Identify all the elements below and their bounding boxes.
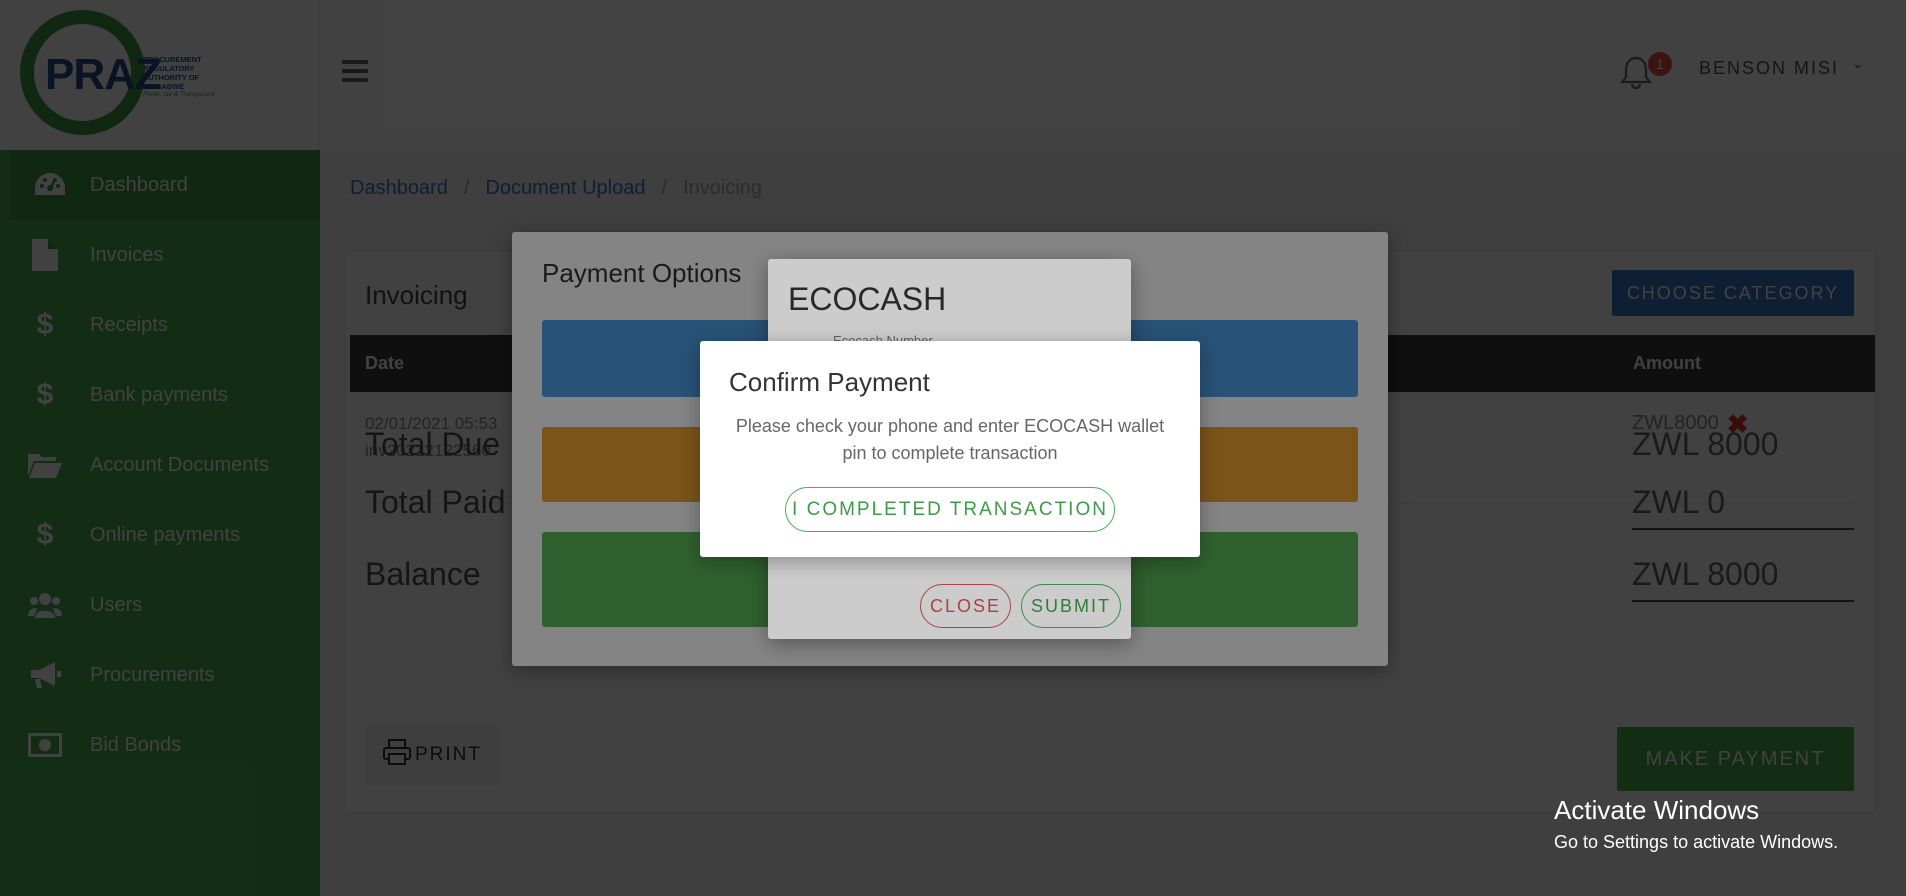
watermark-subtitle: Go to Settings to activate Windows. xyxy=(1554,832,1839,852)
confirm-payment-title: Confirm Payment xyxy=(729,367,930,397)
completed-transaction-button[interactable]: I COMPLETED TRANSACTION xyxy=(785,487,1115,532)
watermark-title: Activate Windows xyxy=(1554,795,1760,825)
confirm-payment-message: Please check your phone and enter ECOCAS… xyxy=(735,416,1165,463)
activate-windows-watermark: Activate Windows Go to Settings to activ… xyxy=(1554,795,1838,853)
confirm-payment-modal: Confirm Payment Please check your phone … xyxy=(700,341,1200,557)
